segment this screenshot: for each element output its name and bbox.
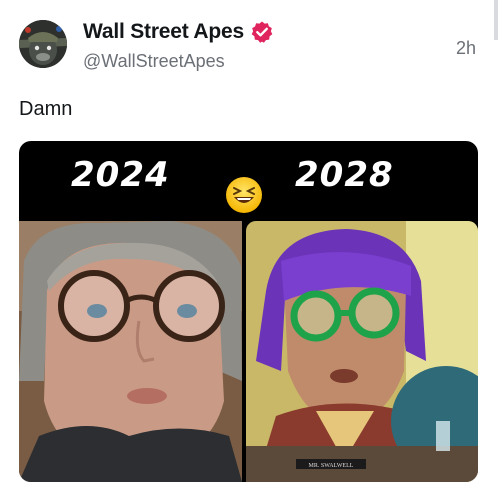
author-row[interactable]: Wall Street Apes [83,20,274,44]
author-handle[interactable]: @WallStreetApes [83,51,225,72]
photo-2024 [19,221,242,482]
post-text: Damn [19,98,73,120]
year-label-left: 2024 [71,155,170,195]
photo-2028: MR. SWALWELL [246,221,478,482]
laughing-emoji-icon [226,177,262,213]
display-name[interactable]: Wall Street Apes [83,20,244,44]
year-label-right: 2028 [295,155,394,195]
verified-badge-icon [251,21,273,43]
post-media[interactable]: 2024 2028 MR. SWALWELL [19,141,478,482]
avatar[interactable] [19,20,67,68]
post-timestamp[interactable]: 2h [456,38,476,59]
nameplate-text: MR. SWALWELL [309,463,354,469]
ape-avatar-icon [19,20,67,68]
scrollbar-thumb[interactable] [494,0,498,40]
